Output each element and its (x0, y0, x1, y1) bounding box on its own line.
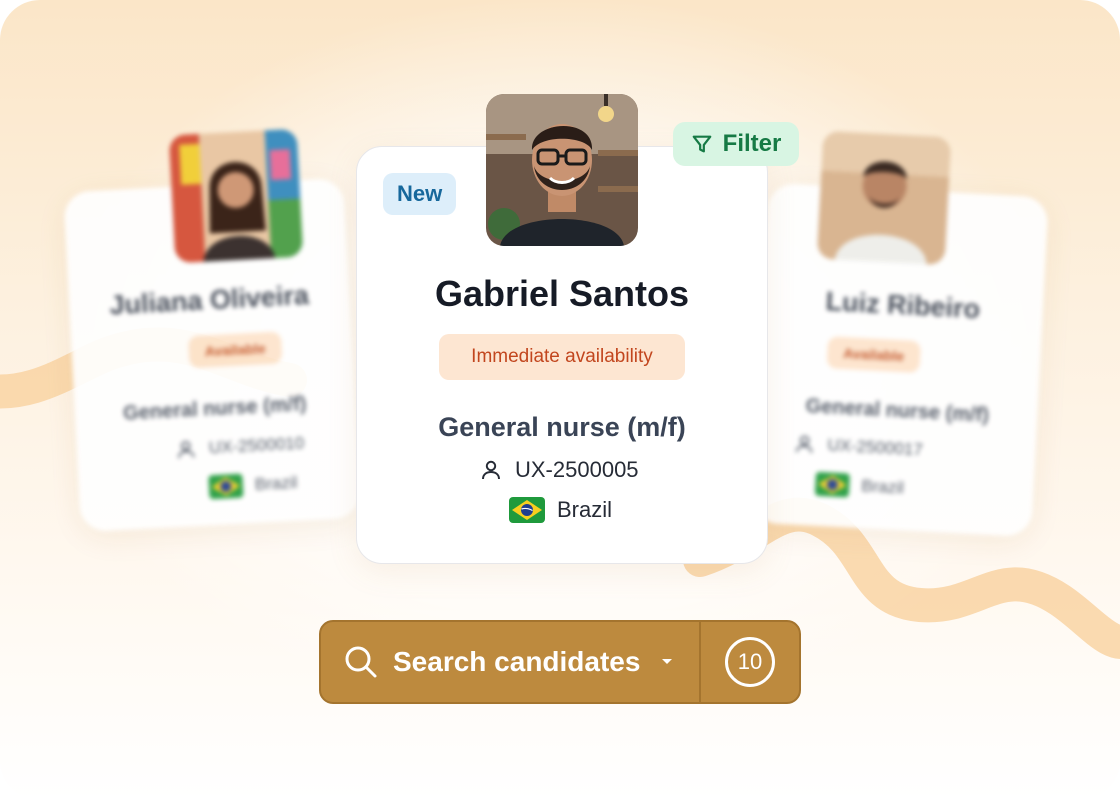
brazil-flag-icon (208, 473, 244, 500)
candidate-name: Juliana Oliveira (108, 279, 310, 321)
result-count-wrap: 10 (701, 637, 799, 687)
search-candidates-bar: Search candidates 10 (319, 620, 801, 704)
filter-button[interactable]: Filter (673, 122, 799, 166)
chevron-down-icon (662, 659, 673, 664)
candidate-id: UX-2500005 (515, 457, 639, 482)
user-icon (178, 441, 195, 459)
status-badge: Available (826, 336, 921, 374)
background-stage: Juliana Oliveira Available General nurse… (0, 0, 1120, 800)
candidate-country: Brazil (557, 497, 613, 522)
candidate-country-line: Brazil (208, 471, 298, 500)
result-count-badge: 10 (725, 637, 775, 687)
avatar-gabriel (486, 94, 638, 246)
candidate-id-line: UX-2500017 (793, 433, 923, 462)
brazil-flag-icon (814, 471, 850, 498)
availability-badge: Immediate availability (439, 334, 685, 380)
candidate-id-line: UX-2500005 (479, 457, 639, 483)
candidate-name: Gabriel Santos (434, 273, 690, 314)
candidate-country: Brazil (860, 476, 905, 498)
new-badge: New (383, 173, 457, 215)
search-candidates-button[interactable]: Search candidates (321, 622, 699, 702)
avatar-luiz (816, 130, 952, 266)
candidate-role: General nurse (m/f) (805, 395, 990, 427)
candidate-country-line: Brazil (509, 497, 612, 523)
filter-icon (692, 135, 712, 153)
candidate-country: Brazil (254, 472, 298, 494)
search-icon (345, 646, 377, 678)
status-badge: Available (187, 331, 283, 369)
candidate-id: UX-2500010 (208, 433, 305, 458)
candidate-name: Luiz Ribeiro (824, 286, 981, 325)
candidate-id: UX-2500017 (826, 435, 924, 460)
user-icon (795, 435, 813, 453)
brazil-flag-icon (509, 497, 545, 523)
avatar-juliana (168, 128, 304, 264)
candidate-role: General nurse (m/f) (438, 412, 686, 442)
candidate-country-line: Brazil (814, 471, 905, 501)
candidate-role: General nurse (m/f) (122, 393, 307, 425)
filter-label: Filter (722, 130, 782, 157)
candidate-id-line: UX-2500010 (174, 432, 305, 461)
user-icon (482, 460, 500, 480)
search-label: Search candidates (393, 646, 641, 677)
